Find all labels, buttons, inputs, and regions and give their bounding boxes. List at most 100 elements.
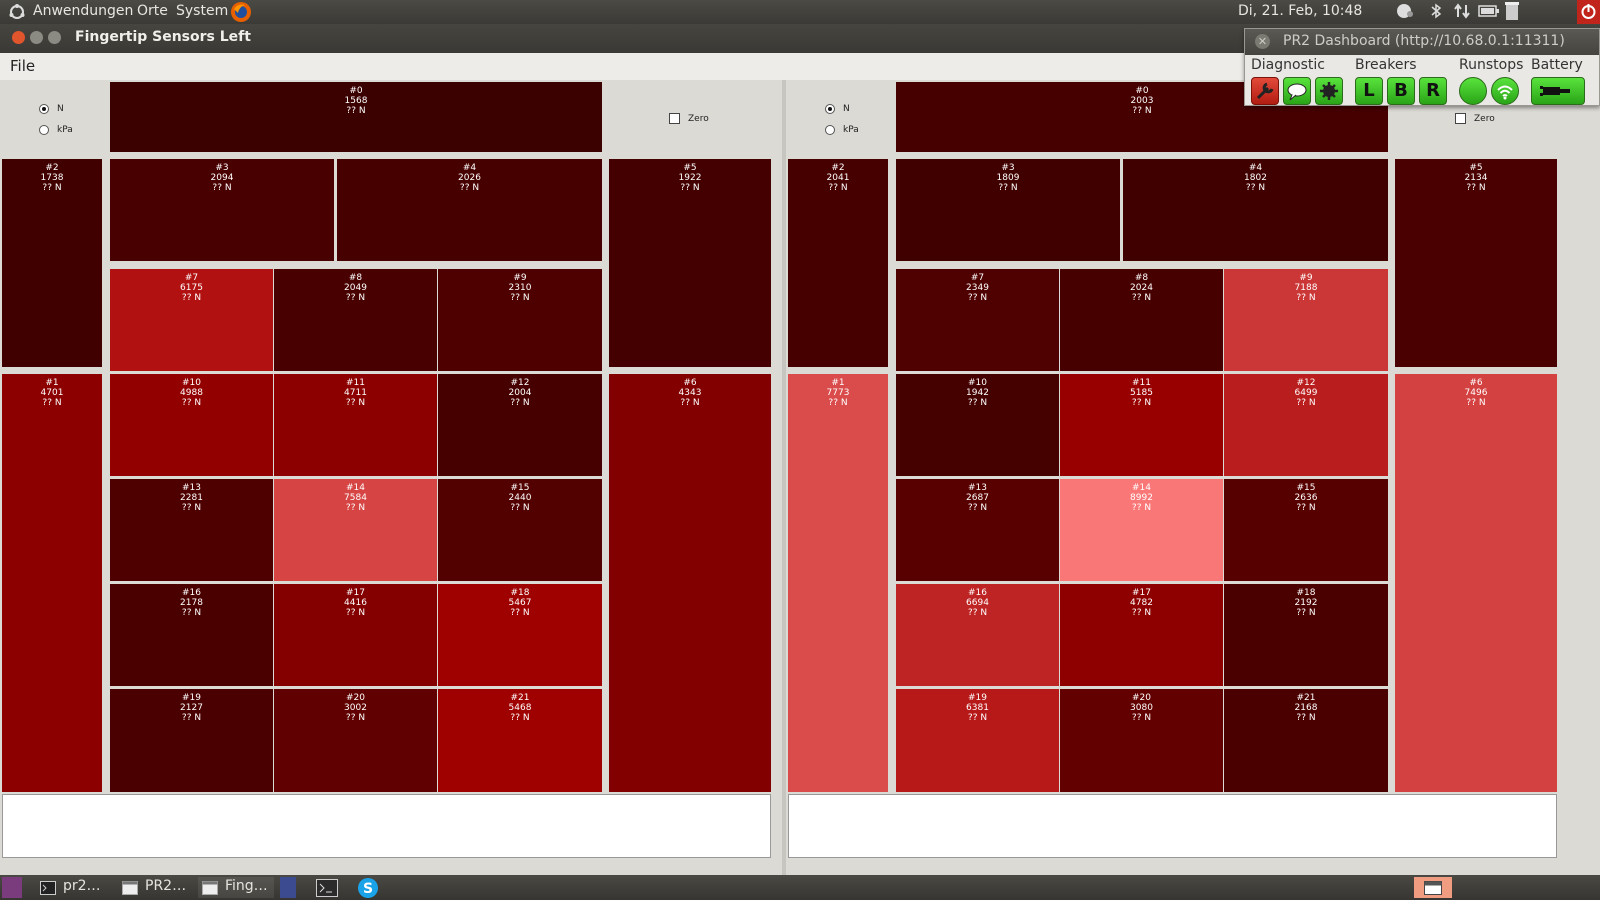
sensor-raw-value: 2192 (1294, 598, 1318, 608)
wireless-runstop-button[interactable] (1491, 77, 1519, 105)
left-sensor-4: #4 2026?? N (337, 159, 602, 261)
menu-system[interactable]: System (176, 3, 228, 19)
task-pr2-dashboard[interactable]: PR2… (118, 877, 190, 898)
left-sensor-17: #17 4416?? N (274, 584, 437, 686)
skype-icon[interactable]: S (356, 877, 380, 898)
ubuntu-logo-icon[interactable] (8, 3, 25, 19)
sensor-id: #13 (182, 483, 201, 493)
sensor-id: #16 (182, 588, 201, 598)
left-sensor-7: #7 6175?? N (110, 269, 273, 371)
right-sensor-15: #15 2636?? N (1224, 479, 1388, 581)
sensor-raw-value: 1568 (344, 96, 368, 106)
menu-applications[interactable]: Anwendungen (33, 3, 133, 19)
sensor-force-value: ?? N (510, 713, 530, 723)
battery-icon[interactable] (1478, 3, 1500, 23)
right-sensor-7: #7 2349?? N (896, 269, 1059, 371)
sensor-force-value: ?? N (42, 183, 62, 193)
breaker-right-button[interactable]: R (1419, 77, 1447, 105)
motors-gear-button[interactable] (1315, 77, 1343, 105)
sensor-raw-value: 2349 (966, 283, 989, 293)
maximize-window-icon[interactable] (48, 31, 61, 44)
left-sensor-8: #8 2049?? N (274, 269, 437, 371)
right-radio-kpa[interactable] (825, 125, 835, 135)
sensor-id: #16 (968, 588, 987, 598)
sensor-id: #12 (510, 378, 530, 388)
left-radio-kpa[interactable] (39, 125, 49, 135)
diagnostic-tools-button[interactable] (1251, 77, 1279, 105)
network-icon[interactable] (1453, 3, 1471, 23)
dashboard-title: PR2 Dashboard (http://10.68.0.1:11311) (1283, 33, 1565, 49)
right-sensor-19: #19 6381?? N (896, 689, 1059, 792)
left-fingertip-panel: NkPa Zero #0 1568?? N #1 4701?? N #2 1738?? N #3… (2, 82, 792, 872)
sensor-raw-value: 8992 (1130, 493, 1153, 503)
trash-icon[interactable] (1504, 1, 1520, 25)
minimize-window-icon[interactable] (30, 31, 43, 44)
right-sensor-1: #1 7773?? N (788, 374, 888, 792)
runstops-label: Runstops (1459, 57, 1524, 73)
breaker-left-button[interactable]: L (1355, 77, 1383, 105)
sensor-id: #3 (1001, 163, 1015, 173)
sensor-id: #15 (1296, 483, 1316, 493)
sensor-raw-value: 2636 (1294, 493, 1318, 503)
bluetooth-icon[interactable] (1430, 3, 1442, 23)
sensor-raw-value: 2134 (1464, 173, 1488, 183)
dashboard-close-icon[interactable]: ✕ (1255, 34, 1270, 49)
right-zero-checkbox[interactable] (1455, 113, 1466, 124)
left-sensor-15: #15 2440?? N (438, 479, 602, 581)
sensor-raw-value: 2281 (180, 493, 203, 503)
sensor-force-value: ?? N (459, 183, 480, 193)
sensor-force-value: ?? N (345, 713, 366, 723)
trash-applet-icon[interactable] (1414, 877, 1452, 898)
rosout-messages-button[interactable] (1283, 77, 1311, 105)
sensor-raw-value: 5468 (508, 703, 532, 713)
right-radio-n[interactable] (825, 104, 835, 114)
diagnostic-label: Diagnostic (1251, 57, 1325, 73)
terminal-launcher-icon[interactable] (314, 877, 340, 898)
close-window-icon[interactable] (12, 31, 25, 44)
menu-places[interactable]: Orte (137, 3, 168, 19)
sensor-raw-value: 4416 (344, 598, 367, 608)
right-zero-label: Zero (1474, 114, 1495, 124)
sensor-raw-value: 4988 (180, 388, 203, 398)
left-radio-n-label: N (57, 104, 64, 114)
chat-status-icon[interactable] (1396, 3, 1414, 23)
left-sensor-2: #2 1738?? N (2, 159, 102, 367)
sensor-raw-value: 2178 (180, 598, 203, 608)
sensor-id: #21 (1296, 693, 1316, 703)
sensor-raw-value: 7773 (826, 388, 850, 398)
sensor-force-value: ?? N (510, 608, 530, 618)
sensor-force-value: ?? N (1466, 398, 1486, 408)
battery-plug-button[interactable] (1531, 77, 1585, 105)
sensor-force-value: ?? N (1296, 713, 1316, 723)
left-zero-checkbox[interactable] (669, 113, 680, 124)
sensor-raw-value: 6381 (966, 703, 989, 713)
menu-file[interactable]: File (10, 57, 35, 75)
left-sensor-6: #6 4343?? N (609, 374, 771, 792)
sensor-force-value: ?? N (1132, 106, 1152, 116)
left-sensor-9: #9 2310?? N (438, 269, 602, 371)
clock[interactable]: Di, 21. Feb, 10:48 (1238, 3, 1362, 19)
sensor-id: #7 (184, 273, 199, 283)
sensor-id: #17 (1132, 588, 1151, 598)
task-fingertip-sensors[interactable]: Fing… (198, 877, 274, 898)
right-unit-controls: NkPa (788, 82, 894, 152)
task-terminal-pr2[interactable]: pr2… (36, 877, 108, 898)
runstop-button[interactable] (1459, 77, 1487, 105)
left-sensor-14: #14 7584?? N (274, 479, 437, 581)
workspace-switcher-icon[interactable] (280, 877, 296, 898)
window-title: Fingertip Sensors Left (75, 29, 251, 45)
power-icon[interactable] (1577, 0, 1600, 24)
left-status-area (2, 794, 771, 858)
sensor-force-value: ?? N (1466, 183, 1486, 193)
sensor-force-value: ?? N (510, 503, 530, 513)
left-radio-n[interactable] (39, 104, 49, 114)
right-sensor-5: #5 2134?? N (1395, 159, 1557, 367)
panel-divider[interactable] (782, 80, 786, 875)
dashboard-titlebar[interactable]: ✕ PR2 Dashboard (http://10.68.0.1:11311) (1245, 29, 1599, 55)
right-radio-n-label: N (843, 104, 850, 114)
sensor-raw-value: 2440 (508, 493, 532, 503)
right-sensor-2: #2 2041?? N (788, 159, 888, 367)
sensor-force-value: ?? N (1131, 608, 1152, 618)
show-desktop-icon[interactable] (2, 877, 22, 898)
breaker-base-button[interactable]: B (1387, 77, 1415, 105)
